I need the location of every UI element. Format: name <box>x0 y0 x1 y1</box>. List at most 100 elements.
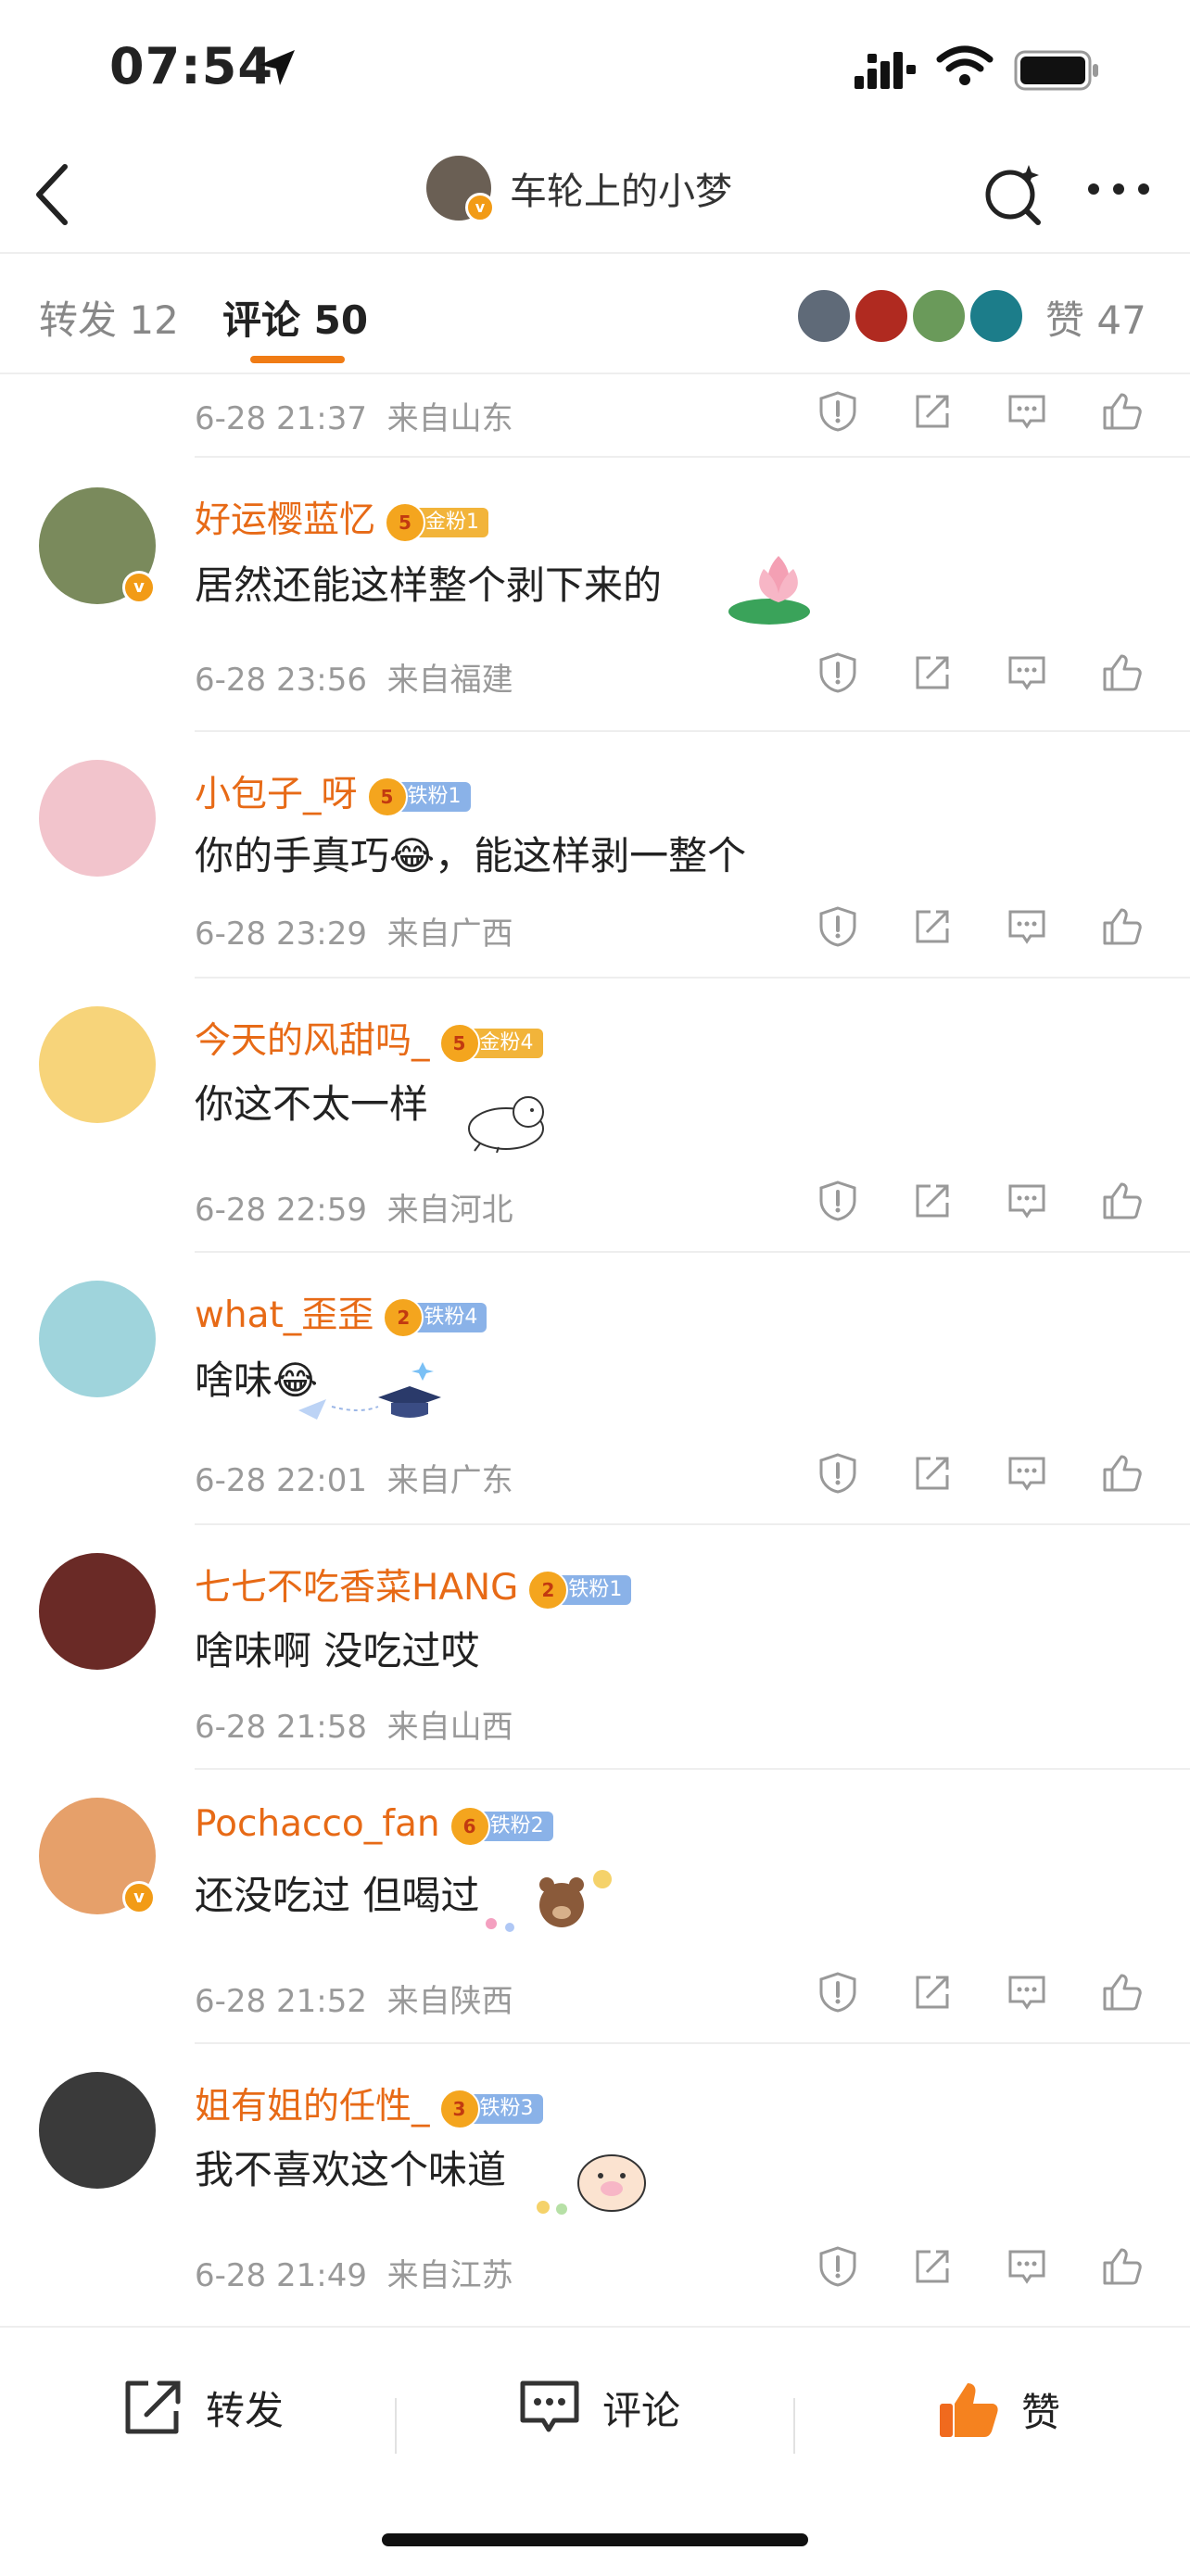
tab-comments[interactable]: 评论 50 <box>222 289 368 346</box>
fan-badge: 6 铁粉2 <box>449 1805 553 1847</box>
avatar[interactable]: v <box>39 487 156 604</box>
fan-badge: 3 铁粉3 <box>438 2088 543 2129</box>
like-icon[interactable] <box>1099 389 1144 437</box>
liker-avatar[interactable] <box>968 287 1025 345</box>
report-icon[interactable] <box>816 1970 860 2018</box>
report-icon[interactable] <box>816 1179 860 1227</box>
profile-header[interactable]: v 车轮上的小梦 <box>426 156 732 222</box>
comment-text: 我不喜欢这个味道 <box>195 2147 507 2192</box>
comment-text: 还没吃过 但喝过 <box>195 1873 480 1918</box>
like-icon[interactable] <box>1099 2244 1144 2292</box>
share-icon[interactable] <box>910 389 955 437</box>
page-title: 车轮上的小梦 <box>510 170 732 213</box>
verified-badge: v <box>465 193 495 222</box>
username[interactable]: 七七不吃香菜HANG 2 铁粉1 <box>195 1559 632 1610</box>
avatar[interactable] <box>39 760 156 877</box>
comment-item: v Pochacco_fan 6 铁粉2 还没吃过 但喝过 6-28 21:52 来… <box>0 1770 1190 2044</box>
reply-icon[interactable] <box>1005 1451 1049 1499</box>
avatar[interactable] <box>39 1006 156 1123</box>
share-icon[interactable] <box>910 1179 955 1227</box>
report-icon[interactable] <box>816 904 860 953</box>
repost-button[interactable]: 转发 <box>120 2378 284 2437</box>
fan-badge: 5 金粉1 <box>385 501 489 543</box>
username[interactable]: 今天的风甜吗_ 5 金粉4 <box>195 1012 543 1064</box>
comment-item: 姐有姐的任性_ 3 铁粉3 我不喜欢这个味道 6-28 21:49 来自江苏 <box>0 2044 1190 2322</box>
comment-actions <box>816 1179 1149 1234</box>
comment-item: 七七不吃香菜HANG 2 铁粉1 啥味啊 没吃过哎 6-28 21:58 来自山西 <box>0 1525 1190 1770</box>
report-icon[interactable] <box>816 2244 860 2292</box>
comment-actions <box>816 2244 1149 2300</box>
battery-icon <box>1014 50 1099 95</box>
verified-badge: v <box>122 1881 156 1914</box>
like-icon[interactable] <box>1099 1451 1144 1499</box>
reply-icon[interactable] <box>1005 650 1049 699</box>
comment-actions <box>816 650 1149 706</box>
more-options-icon[interactable] <box>1086 182 1151 200</box>
liker-avatar[interactable] <box>853 287 910 345</box>
comment-meta: 6-28 21:58 来自山西 <box>195 1709 513 1746</box>
bottom-action-bar: 转发 评论 赞 <box>0 2326 1190 2576</box>
comment-item: v 好运樱蓝忆 5 金粉1 居然还能这样整个剥下来的 6-28 23:56 来自福建 <box>0 458 1190 732</box>
username[interactable]: 好运樱蓝忆 5 金粉1 <box>195 491 489 543</box>
sparkle-search-icon[interactable] <box>981 159 1045 234</box>
share-icon[interactable] <box>910 904 955 953</box>
report-icon[interactable] <box>816 650 860 699</box>
avatar[interactable]: v <box>39 1798 156 1914</box>
avatar[interactable] <box>39 1553 156 1670</box>
bear-sticker-icon <box>473 1859 621 1942</box>
share-icon[interactable] <box>910 1970 955 2018</box>
comment-meta: 6-28 21:52 来自陕西 <box>195 1983 513 2020</box>
reply-icon[interactable] <box>1005 1179 1049 1227</box>
fan-badge: 5 铁粉1 <box>366 776 471 817</box>
comment-item: what_歪歪 2 铁粉4 啥味😂 6-28 22:01 来自广东 <box>0 1253 1190 1525</box>
like-icon[interactable] <box>1099 1970 1144 2018</box>
comment-meta: 6-28 23:29 来自广西 <box>195 915 513 953</box>
liker-avatar[interactable] <box>795 287 853 345</box>
thumbs-up-icon <box>940 2383 998 2437</box>
report-icon[interactable] <box>816 1451 860 1499</box>
avatar[interactable]: v <box>426 156 495 222</box>
home-indicator[interactable] <box>382 2533 808 2546</box>
location-arrow-icon <box>258 48 297 91</box>
username[interactable]: 小包子_呀 5 铁粉1 <box>195 765 471 817</box>
comment-meta: 6-28 21:49 来自江苏 <box>195 2257 513 2294</box>
pig-sticker-icon <box>525 2135 654 2222</box>
fan-badge: 2 铁粉1 <box>527 1569 632 1610</box>
share-icon[interactable] <box>910 650 955 699</box>
lotus-sticker-icon <box>723 547 825 634</box>
graduation-cap-sticker-icon <box>295 1355 443 1433</box>
liker-avatar[interactable] <box>910 287 968 345</box>
status-time: 07:54 <box>109 37 273 95</box>
tab-repost[interactable]: 转发 12 <box>39 289 179 346</box>
username[interactable]: Pochacco_fan 6 铁粉2 <box>195 1803 553 1847</box>
avatar[interactable] <box>39 2072 156 2189</box>
divider <box>793 2398 795 2454</box>
comment-button[interactable]: 评论 <box>517 2378 680 2437</box>
reply-icon[interactable] <box>1005 1970 1049 2018</box>
like-icon[interactable] <box>1099 650 1144 699</box>
reply-icon[interactable] <box>1005 2244 1049 2292</box>
report-icon[interactable] <box>816 389 860 437</box>
comment-label: 评论 <box>602 2387 681 2433</box>
back-arrow-icon[interactable] <box>32 159 72 234</box>
like-button[interactable]: 赞 <box>936 2378 1060 2441</box>
avatar[interactable] <box>39 1281 156 1397</box>
comment-actions <box>816 1451 1149 1507</box>
share-icon[interactable] <box>910 2244 955 2292</box>
like-label: 赞 <box>1021 2389 1061 2435</box>
share-icon[interactable] <box>910 1451 955 1499</box>
repost-label: 转发 <box>206 2387 285 2433</box>
comment-actions <box>816 389 1149 445</box>
comment-item: 今天的风甜吗_ 5 金粉4 你这不太一样 6-28 22:59 来自河北 <box>0 979 1190 1253</box>
like-icon[interactable] <box>1099 904 1144 953</box>
comment-text: 居然还能这样整个剥下来的 <box>195 562 663 608</box>
like-icon[interactable] <box>1099 1179 1144 1227</box>
wifi-icon <box>936 44 994 91</box>
username[interactable]: 姐有姐的任性_ 3 铁粉3 <box>195 2077 543 2129</box>
tab-likes[interactable]: 赞 47 <box>1045 289 1146 346</box>
reply-icon[interactable] <box>1005 904 1049 953</box>
reply-icon[interactable] <box>1005 389 1049 437</box>
comment-actions <box>816 1970 1149 2026</box>
username[interactable]: what_歪歪 2 铁粉4 <box>195 1286 487 1338</box>
signal-icon <box>855 50 916 93</box>
